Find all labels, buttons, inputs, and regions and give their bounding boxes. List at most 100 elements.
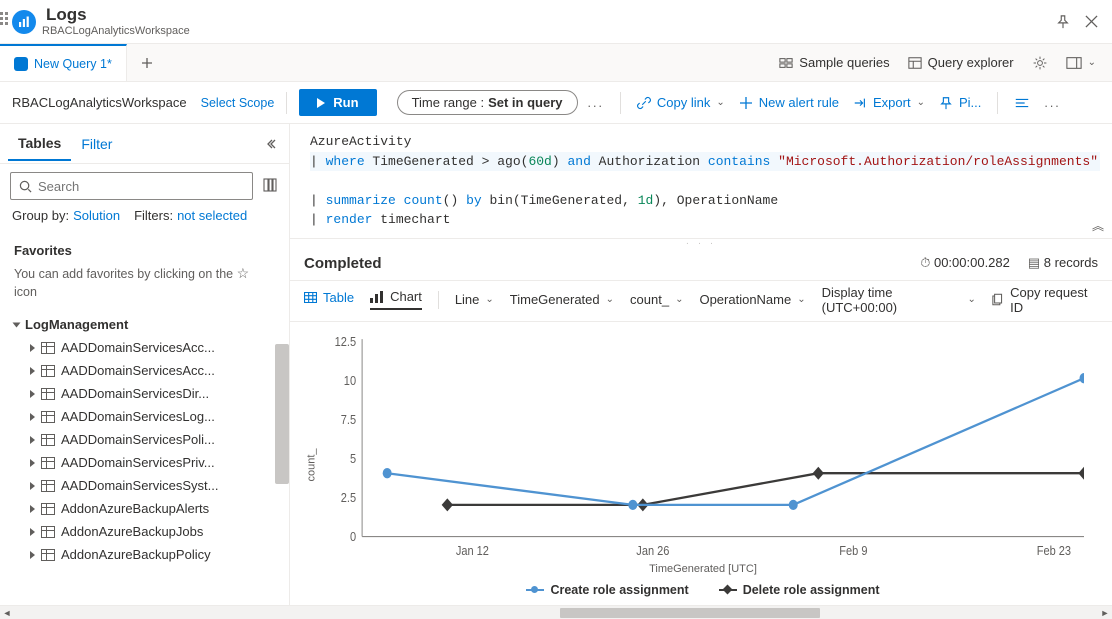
scroll-left-icon[interactable]: ◄ bbox=[0, 606, 14, 619]
chart-area: count_ 0 2.5 5 7.5 10 bbox=[290, 322, 1112, 606]
page-title: Logs bbox=[46, 6, 190, 25]
tables-tree: LogManagement AADDomainServicesAcc... AA… bbox=[0, 309, 289, 605]
group-by-value[interactable]: Solution bbox=[73, 208, 120, 223]
legend-item-delete[interactable]: Delete role assignment bbox=[719, 583, 880, 597]
query-tab-active[interactable]: New Query 1* bbox=[0, 44, 127, 81]
link-icon bbox=[637, 96, 651, 110]
pin-icon bbox=[939, 96, 953, 110]
table-row[interactable]: AADDomainServicesLog... bbox=[8, 405, 281, 428]
caret-icon bbox=[30, 528, 35, 536]
svg-text:7.5: 7.5 bbox=[341, 412, 357, 427]
pin-icon[interactable] bbox=[1052, 11, 1074, 33]
search-input[interactable] bbox=[38, 179, 244, 194]
table-row[interactable]: AADDomainServicesDir... bbox=[8, 382, 281, 405]
export-icon bbox=[853, 96, 867, 110]
table-icon bbox=[41, 503, 55, 515]
select-scope-link[interactable]: Select Scope bbox=[201, 96, 275, 110]
query-explorer-button[interactable]: Query explorer bbox=[900, 50, 1022, 75]
copy-link-label: Copy link bbox=[657, 95, 710, 110]
settings-button[interactable] bbox=[1024, 50, 1056, 76]
pin-to-button[interactable]: Pi... bbox=[935, 91, 985, 114]
time-range-value: Set in query bbox=[488, 95, 562, 110]
svg-text:Feb 9: Feb 9 bbox=[839, 543, 868, 558]
more-actions-2[interactable]: ... bbox=[1040, 96, 1064, 110]
search-input-wrapper[interactable] bbox=[10, 172, 253, 200]
chart-legend: Create role assignment Delete role assig… bbox=[322, 575, 1084, 601]
table-row[interactable]: AADDomainServicesAcc... bbox=[8, 359, 281, 382]
copy-link-button[interactable]: Copy link ⌄ bbox=[633, 91, 729, 114]
horizontal-scrollbar[interactable]: ◄ ► bbox=[0, 605, 1112, 619]
plot-surface: 0 2.5 5 7.5 10 12.5 bbox=[322, 330, 1084, 560]
query-tab-icon bbox=[14, 57, 28, 71]
table-row[interactable]: AddonAzureBackupJobs bbox=[8, 520, 281, 543]
table-row[interactable]: AADDomainServicesAcc... bbox=[8, 336, 281, 359]
separator bbox=[286, 92, 287, 114]
x-axis-selector[interactable]: TimeGenerated⌄ bbox=[510, 292, 614, 307]
page-subtitle: RBACLogAnalyticsWorkspace bbox=[42, 25, 190, 37]
chart-type-selector[interactable]: Line⌄ bbox=[455, 292, 494, 307]
format-button[interactable] bbox=[1010, 92, 1034, 114]
table-icon bbox=[41, 434, 55, 446]
table-row[interactable]: AADDomainServicesPriv... bbox=[8, 451, 281, 474]
more-actions[interactable]: ... bbox=[584, 96, 608, 110]
page-header: Logs RBACLogAnalyticsWorkspace bbox=[0, 0, 1112, 44]
duration-stat: ⏱ 00:00:00.282 bbox=[920, 255, 1010, 271]
scrollbar-thumb[interactable] bbox=[560, 608, 820, 618]
caret-icon bbox=[30, 413, 35, 421]
records-stat: ▤ 8 records bbox=[1028, 255, 1098, 271]
table-row[interactable]: AddonAzureBackupAlerts bbox=[8, 497, 281, 520]
new-alert-button[interactable]: New alert rule bbox=[735, 91, 843, 114]
table-row[interactable]: AddonAzureBackupPolicy bbox=[8, 543, 281, 566]
separator bbox=[620, 92, 621, 114]
run-button[interactable]: Run bbox=[299, 89, 376, 116]
caret-icon bbox=[30, 367, 35, 375]
table-row[interactable]: AADDomainServicesSyst... bbox=[8, 474, 281, 497]
tree-group-logmanagement[interactable]: LogManagement bbox=[8, 313, 281, 336]
series-selector[interactable]: OperationName⌄ bbox=[699, 292, 805, 307]
query-tabs-bar: New Query 1* Sample queries Query explor… bbox=[0, 44, 1112, 82]
time-range-selector[interactable]: Time range : Set in query bbox=[397, 90, 578, 115]
svg-text:5: 5 bbox=[350, 451, 357, 466]
add-query-tab[interactable] bbox=[127, 44, 167, 81]
scroll-right-icon[interactable]: ► bbox=[1098, 606, 1112, 619]
display-time-selector[interactable]: Display time (UTC+00:00)⌄ bbox=[822, 285, 976, 315]
separator bbox=[438, 291, 439, 309]
export-button[interactable]: Export ⌄ bbox=[849, 91, 929, 114]
sidebar-tab-tables[interactable]: Tables bbox=[8, 127, 71, 161]
sample-queries-button[interactable]: Sample queries bbox=[771, 50, 897, 75]
column-options-icon[interactable] bbox=[261, 178, 279, 195]
query-editor[interactable]: AzureActivity | where TimeGenerated > ag… bbox=[290, 124, 1112, 239]
sidebar-tab-filter[interactable]: Filter bbox=[71, 128, 122, 160]
records-icon: ▤ bbox=[1028, 255, 1040, 270]
caret-icon bbox=[30, 482, 35, 490]
results-status: Completed bbox=[304, 255, 382, 272]
chart-toolbar: Table Chart Line⌄ TimeGenerated⌄ count_⌄… bbox=[290, 281, 1112, 322]
legend-item-create[interactable]: Create role assignment bbox=[526, 583, 688, 597]
table-icon bbox=[41, 480, 55, 492]
table-row[interactable]: AADDomainServicesPoli... bbox=[8, 428, 281, 451]
caret-icon bbox=[30, 505, 35, 513]
query-explorer-icon bbox=[908, 56, 922, 70]
svg-text:Jan 12: Jan 12 bbox=[456, 543, 489, 558]
filters-value[interactable]: not selected bbox=[177, 208, 247, 223]
collapse-sidebar-button[interactable] bbox=[261, 134, 281, 154]
collapse-editor-icon[interactable]: ︽ bbox=[1092, 217, 1104, 234]
command-bar: RBACLogAnalyticsWorkspace Select Scope R… bbox=[0, 82, 1112, 124]
chart-view-icon bbox=[370, 291, 384, 303]
close-icon[interactable] bbox=[1080, 11, 1102, 33]
new-alert-label: New alert rule bbox=[759, 95, 839, 110]
y-axis-selector[interactable]: count_⌄ bbox=[630, 292, 683, 307]
resize-handle[interactable]: · · · bbox=[290, 239, 1112, 249]
copy-request-id-button[interactable]: Copy request ID bbox=[992, 285, 1098, 315]
sidebar-scrollbar-thumb[interactable] bbox=[275, 344, 289, 484]
view-tab-chart[interactable]: Chart bbox=[370, 289, 422, 310]
query-explorer-label: Query explorer bbox=[928, 55, 1014, 70]
chart-svg: 0 2.5 5 7.5 10 12.5 bbox=[322, 330, 1084, 560]
filters-label: Filters: bbox=[134, 208, 173, 223]
panel-toggle-button[interactable]: ⌄ bbox=[1058, 51, 1104, 75]
sidebar-tabs: Tables Filter bbox=[0, 124, 289, 164]
time-range-label: Time range : bbox=[412, 95, 485, 110]
table-icon bbox=[41, 526, 55, 538]
view-tab-table[interactable]: Table bbox=[304, 290, 354, 309]
table-icon bbox=[41, 388, 55, 400]
